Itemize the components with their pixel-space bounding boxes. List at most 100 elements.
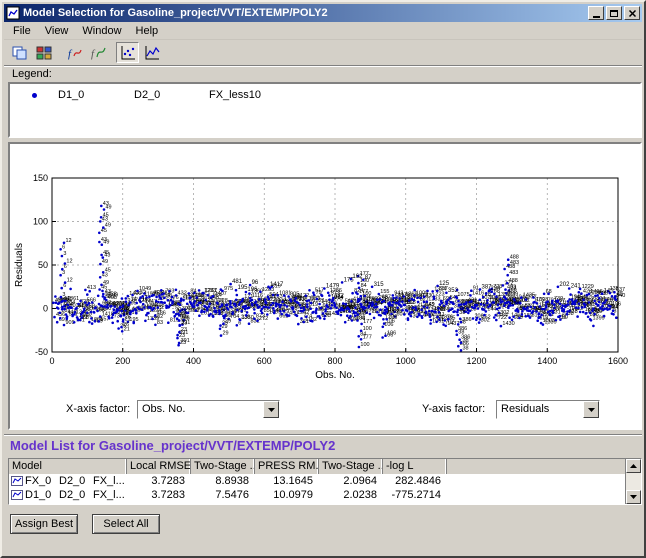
model-name: FX_l... bbox=[93, 475, 127, 487]
legend-entry-fx-less10: FX_less10 bbox=[209, 89, 261, 101]
svg-text:413: 413 bbox=[87, 285, 96, 291]
y-axis-factor-select[interactable]: Residuals bbox=[496, 400, 600, 419]
svg-text:1200: 1200 bbox=[466, 356, 486, 366]
svg-text:29: 29 bbox=[225, 319, 231, 325]
scatter-marker-icon bbox=[32, 93, 37, 98]
svg-text:26: 26 bbox=[123, 322, 129, 328]
dropdown-arrow-icon[interactable] bbox=[263, 401, 279, 418]
model-name: D2_0 bbox=[59, 489, 93, 501]
fx-function-icon[interactable]: f bbox=[62, 42, 85, 63]
scroll-up-icon[interactable] bbox=[626, 459, 641, 473]
table-row[interactable]: FX_0 D2_0 FX_l... 3.7283 8.8938 13.1645 … bbox=[9, 474, 625, 488]
svg-text:486: 486 bbox=[157, 311, 166, 317]
svg-text:1600: 1600 bbox=[608, 356, 628, 366]
svg-text:6: 6 bbox=[64, 264, 67, 270]
local-rmse-value: 3.7283 bbox=[127, 489, 191, 501]
model-list-header: Model List for Gasoline_project/VVT/EXTE… bbox=[4, 434, 642, 456]
svg-text:87: 87 bbox=[365, 275, 372, 281]
column-header-two-stage-rmse[interactable]: Two-Stage ... bbox=[191, 459, 255, 474]
svg-text:800: 800 bbox=[327, 356, 342, 366]
scroll-down-icon[interactable] bbox=[626, 490, 641, 504]
svg-text:45: 45 bbox=[103, 250, 109, 256]
svg-text:106: 106 bbox=[387, 331, 396, 337]
svg-text:84: 84 bbox=[360, 331, 366, 337]
svg-text:21: 21 bbox=[123, 306, 129, 312]
column-header-local-rmse[interactable]: Local RMSE bbox=[127, 459, 191, 474]
svg-text:22: 22 bbox=[596, 309, 602, 315]
y-axis-factor-label: Y-axis factor: bbox=[422, 403, 485, 415]
two-stage-rmse-value: 8.8938 bbox=[191, 475, 255, 487]
assign-best-button[interactable]: Assign Best bbox=[10, 514, 78, 534]
svg-text:1400: 1400 bbox=[537, 356, 557, 366]
fx-curve-icon[interactable]: f bbox=[86, 42, 109, 63]
window-icon bbox=[6, 6, 20, 20]
svg-text:29: 29 bbox=[221, 309, 227, 315]
svg-text:1000: 1000 bbox=[396, 356, 416, 366]
svg-text:Obs. No.: Obs. No. bbox=[315, 370, 354, 381]
two-pane-view-icon[interactable] bbox=[8, 42, 31, 63]
neg-log-l-value: 282.4846 bbox=[383, 475, 447, 487]
svg-text:29: 29 bbox=[223, 331, 229, 337]
svg-text:241: 241 bbox=[571, 284, 582, 290]
menu-help[interactable]: Help bbox=[129, 23, 166, 39]
menu-window[interactable]: Window bbox=[75, 23, 128, 39]
svg-text:91: 91 bbox=[473, 286, 479, 292]
legend-entry-d2-0: D2_0 bbox=[134, 89, 160, 101]
svg-text:84: 84 bbox=[362, 299, 368, 305]
maximize-icon bbox=[610, 10, 618, 17]
svg-text:964: 964 bbox=[334, 295, 343, 301]
line-plot-view-icon[interactable] bbox=[140, 42, 163, 63]
table-row[interactable]: D1_0 D2_0 FX_l... 3.7283 7.5476 10.0979 … bbox=[9, 488, 625, 502]
window-title: Model Selection for Gasoline_project/VVT… bbox=[23, 7, 588, 19]
dropdown-arrow-icon[interactable] bbox=[583, 401, 599, 418]
residuals-scatter-plot[interactable]: 02004006008001000120014001600-5005010015… bbox=[10, 144, 640, 390]
plot-panel: 02004006008001000120014001600-5005010015… bbox=[8, 142, 642, 430]
table-scrollbar[interactable] bbox=[625, 459, 641, 504]
svg-text:483: 483 bbox=[509, 270, 518, 276]
maximize-button[interactable] bbox=[606, 6, 622, 20]
legend-entry-d1-0: D1_0 bbox=[58, 89, 84, 101]
svg-text:196: 196 bbox=[247, 287, 258, 293]
title-bar[interactable]: Model Selection for Gasoline_project/VVT… bbox=[4, 4, 642, 22]
svg-text:Residuals: Residuals bbox=[14, 243, 25, 287]
svg-text:43: 43 bbox=[101, 237, 107, 243]
svg-text:23: 23 bbox=[181, 327, 187, 333]
column-header-press-rmse[interactable]: PRESS RM... bbox=[255, 459, 319, 474]
column-header-two-stage-t[interactable]: Two-Stage ... bbox=[319, 459, 383, 474]
menu-file[interactable]: File bbox=[6, 23, 38, 39]
svg-text:488: 488 bbox=[509, 278, 518, 284]
svg-text:272: 272 bbox=[259, 316, 268, 322]
svg-text:1407: 1407 bbox=[215, 291, 227, 297]
svg-text:0: 0 bbox=[49, 356, 54, 366]
svg-text:100: 100 bbox=[363, 326, 372, 332]
svg-text:100: 100 bbox=[33, 217, 48, 227]
svg-text:96: 96 bbox=[252, 280, 259, 286]
svg-text:12: 12 bbox=[66, 259, 72, 265]
tiled-view-icon[interactable] bbox=[32, 42, 55, 63]
close-icon bbox=[628, 9, 637, 18]
select-all-button[interactable]: Select All bbox=[92, 514, 160, 534]
scatter-plot-view-icon[interactable] bbox=[116, 42, 139, 63]
scrollbar-track[interactable] bbox=[626, 473, 641, 490]
svg-text:100: 100 bbox=[359, 310, 368, 316]
svg-text:200: 200 bbox=[115, 356, 130, 366]
model-icon bbox=[9, 490, 25, 500]
svg-text:162: 162 bbox=[482, 314, 491, 320]
svg-text:391: 391 bbox=[182, 306, 191, 312]
svg-text:481: 481 bbox=[232, 279, 243, 285]
close-button[interactable] bbox=[624, 6, 640, 20]
svg-text:106: 106 bbox=[387, 309, 396, 315]
x-axis-factor-select[interactable]: Obs. No. bbox=[137, 400, 280, 419]
minimize-button[interactable] bbox=[588, 6, 604, 20]
svg-text:386: 386 bbox=[459, 307, 468, 313]
model-selection-window: Model Selection for Gasoline_project/VVT… bbox=[0, 0, 646, 558]
menu-view[interactable]: View bbox=[38, 23, 76, 39]
model-list-title: Model List for Gasoline_project/VVT/EXTE… bbox=[10, 438, 335, 453]
svg-text:177: 177 bbox=[359, 289, 368, 295]
column-header-model[interactable]: Model bbox=[9, 459, 127, 474]
svg-text:488: 488 bbox=[510, 255, 519, 261]
model-icon bbox=[9, 476, 25, 486]
svg-text:3: 3 bbox=[63, 251, 66, 257]
column-header-neg-log-l[interactable]: -log L bbox=[383, 459, 447, 474]
svg-text:106: 106 bbox=[388, 314, 397, 320]
